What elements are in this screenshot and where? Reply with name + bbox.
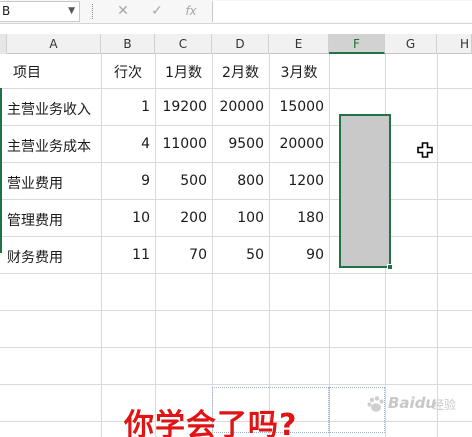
cell-month2[interactable]: 100 (212, 210, 269, 226)
cell-line[interactable]: 1 (101, 99, 155, 115)
formula-input[interactable] (212, 1, 472, 22)
fill-handle[interactable] (387, 264, 393, 270)
cell-item[interactable]: 财务费用 (1, 247, 101, 267)
gridline (0, 384, 472, 385)
chevron-down-icon[interactable]: ▼ (68, 2, 75, 21)
gridline (0, 88, 472, 89)
gridline (0, 162, 472, 163)
cell-line[interactable]: 11 (101, 247, 155, 263)
cell-month1[interactable]: 200 (155, 210, 212, 226)
cell-month3[interactable]: 20000 (269, 136, 329, 152)
column-header-h[interactable]: H (437, 34, 472, 54)
cell-month2[interactable]: 800 (212, 173, 269, 189)
cell-month3[interactable]: 90 (269, 247, 329, 263)
gridline (0, 347, 472, 348)
cell-d1[interactable]: 2月数 (212, 62, 269, 82)
selected-range[interactable] (339, 114, 391, 268)
gridline (0, 236, 472, 237)
column-header-a[interactable]: A (7, 34, 101, 54)
column-header-e[interactable]: E (269, 34, 329, 54)
caption-text: 你学会了吗? (124, 408, 298, 437)
cell-month2[interactable]: 50 (212, 247, 269, 263)
formula-bar-separator (92, 4, 94, 19)
column-headers: A B C D E F G H (0, 34, 472, 54)
cell-month1[interactable]: 70 (155, 247, 212, 263)
column-header-g[interactable]: G (385, 34, 437, 54)
column-header-c[interactable]: C (155, 34, 212, 54)
formula-bar: B ▼ ✕ ✓ fx (0, 0, 472, 24)
column-header-f[interactable]: F (329, 34, 385, 54)
gridline (0, 310, 472, 311)
baidu-paw-icon (367, 396, 384, 412)
enter-icon[interactable]: ✓ (148, 2, 166, 21)
cell-select-cursor-icon (417, 142, 433, 158)
watermark-sub: 经验 (432, 398, 457, 412)
cell-month2[interactable]: 9500 (212, 136, 269, 152)
cell-b1[interactable]: 行次 (101, 62, 155, 82)
baidu-watermark: Baidu 经验 (362, 392, 472, 418)
cell-month1[interactable]: 11000 (155, 136, 212, 152)
cell-a1[interactable]: 项目 (7, 62, 101, 82)
name-box[interactable]: B ▼ (0, 1, 80, 22)
cell-line[interactable]: 4 (101, 136, 155, 152)
cell-line[interactable]: 9 (101, 173, 155, 189)
cell-e1[interactable]: 3月数 (269, 62, 329, 82)
gridline (329, 54, 330, 437)
cell-month3[interactable]: 15000 (269, 99, 329, 115)
cell-c1[interactable]: 1月数 (155, 62, 212, 82)
name-box-value: B (2, 4, 11, 18)
cell-month1[interactable]: 500 (155, 173, 212, 189)
select-all-corner[interactable] (0, 34, 7, 54)
watermark-brand: Baidu (388, 394, 437, 412)
worksheet-grid[interactable]: 项目 行次 1月数 2月数 3月数 主营业务收入 1 19200 20000 1… (0, 54, 472, 437)
column-header-b[interactable]: B (101, 34, 155, 54)
cell-month3[interactable]: 180 (269, 210, 329, 226)
gridline (437, 54, 438, 437)
cell-item[interactable]: 营业费用 (1, 173, 101, 193)
gridline (0, 273, 472, 274)
gridline (0, 199, 472, 200)
gridline (0, 125, 472, 126)
cancel-icon[interactable]: ✕ (114, 2, 132, 21)
cell-month1[interactable]: 19200 (155, 99, 212, 115)
cell-line[interactable]: 10 (101, 210, 155, 226)
cell-item[interactable]: 管理费用 (1, 210, 101, 230)
cell-month2[interactable]: 20000 (212, 99, 269, 115)
column-header-d[interactable]: D (212, 34, 269, 54)
function-icon[interactable]: fx (182, 2, 200, 21)
cell-item[interactable]: 主营业务成本 (1, 136, 101, 156)
toolbar-gap (0, 24, 472, 34)
cell-month3[interactable]: 1200 (269, 173, 329, 189)
cell-item[interactable]: 主营业务收入 (1, 99, 101, 119)
